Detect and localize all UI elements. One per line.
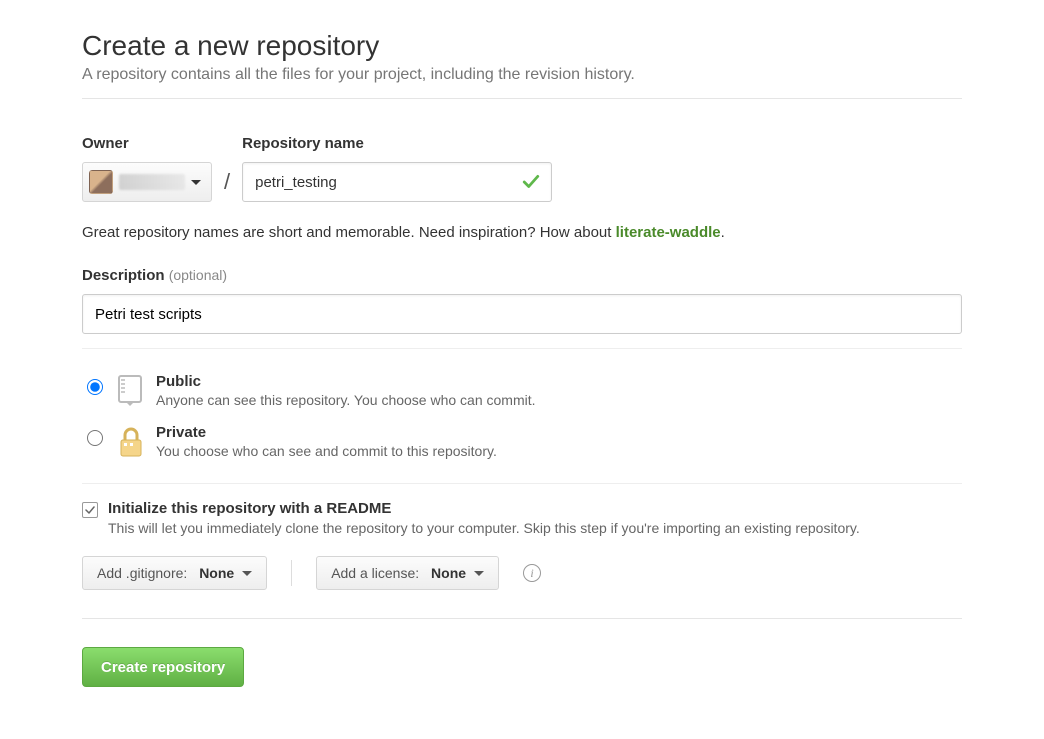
description-label: Description — [82, 267, 165, 284]
create-repository-button[interactable]: Create repository — [82, 647, 244, 687]
divider — [82, 483, 962, 484]
visibility-public-title: Public — [156, 373, 536, 390]
vertical-separator — [291, 560, 292, 586]
visibility-private-title: Private — [156, 424, 497, 441]
repo-icon — [116, 375, 146, 407]
license-value: None — [431, 565, 466, 581]
gitignore-value: None — [199, 565, 234, 581]
info-icon[interactable]: i — [523, 564, 541, 582]
license-label: Add a license: — [331, 565, 419, 581]
initialize-readme-title: Initialize this repository with a README — [108, 500, 860, 517]
description-optional: (optional) — [169, 267, 227, 283]
chevron-down-icon — [474, 571, 484, 576]
check-icon — [522, 173, 540, 191]
page-title: Create a new repository — [82, 30, 962, 62]
description-input[interactable] — [82, 294, 962, 334]
chevron-down-icon — [242, 571, 252, 576]
license-select[interactable]: Add a license: None — [316, 556, 499, 590]
name-hint-text: Great repository names are short and mem… — [82, 224, 616, 241]
visibility-public-option[interactable]: Public Anyone can see this repository. Y… — [82, 367, 962, 418]
slash-separator: / — [224, 162, 230, 202]
page-subtitle: A repository contains all the files for … — [82, 66, 962, 84]
divider — [82, 348, 962, 349]
visibility-public-radio[interactable] — [87, 379, 103, 395]
visibility-public-sub: Anyone can see this repository. You choo… — [156, 392, 536, 408]
initialize-readme-sub: This will let you immediately clone the … — [108, 520, 860, 536]
visibility-private-option[interactable]: Private You choose who can see and commi… — [82, 418, 962, 469]
visibility-private-radio[interactable] — [87, 430, 103, 446]
name-hint: Great repository names are short and mem… — [82, 224, 962, 241]
initialize-readme-checkbox[interactable] — [82, 502, 98, 518]
lock-icon — [116, 426, 146, 458]
visibility-private-sub: You choose who can see and commit to thi… — [156, 443, 497, 459]
repo-name-input[interactable] — [242, 162, 552, 202]
avatar — [89, 170, 113, 194]
owner-select[interactable] — [82, 162, 212, 202]
chevron-down-icon — [191, 180, 201, 185]
repo-name-label: Repository name — [242, 135, 552, 152]
owner-username — [119, 174, 185, 190]
gitignore-label: Add .gitignore: — [97, 565, 187, 581]
gitignore-select[interactable]: Add .gitignore: None — [82, 556, 267, 590]
name-hint-suffix: . — [721, 224, 725, 241]
owner-label: Owner — [82, 135, 212, 152]
name-suggestion-link[interactable]: literate-waddle — [616, 224, 721, 241]
